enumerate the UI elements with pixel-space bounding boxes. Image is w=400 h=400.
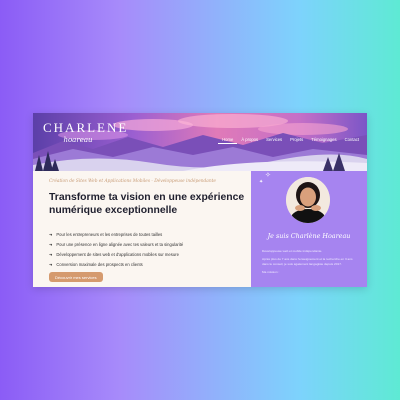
benefit-item: ➜ Conversion maximale des prospects en c… [49,259,249,269]
intro-section: Création de Sites Web et Applications Mo… [33,171,251,287]
bio-paragraph: Développeuse web et mobile indépendante. [262,249,323,253]
sparkle-icon: ✧ [265,172,271,179]
hero-banner: CHARLENE hoareau Home À propos Services … [33,113,367,171]
hero-subtitle: Création de Sites Web et Applications Mo… [49,179,216,184]
sparkle-icon: ✦ [259,179,264,185]
bio-paragraph: Après plus de 7 ans dans l'enseignement … [262,257,353,266]
benefit-item: ➜ Pour les entrepreneurs et les entrepri… [49,229,249,239]
arrow-right-icon: ➜ [49,251,53,257]
nav-testimonials[interactable]: Témoignages [307,137,340,144]
profile-bio: Développeuse web et mobile indépendante.… [262,249,356,278]
nav-about[interactable]: À propos [237,137,262,144]
profile-title: Je suis Charlène Hoareau [267,232,351,240]
discover-services-button[interactable]: Découvrir mes services [49,272,103,282]
arrow-right-icon: ➜ [49,241,53,247]
arrow-right-icon: ➜ [49,231,53,237]
brand-signature: hoareau [63,136,93,144]
main-nav: Home À propos Services Projets Témoignag… [218,137,363,144]
benefit-text: Conversion maximale des prospects en cli… [56,261,143,267]
benefit-text: Pour les entrepreneurs et les entreprise… [56,231,163,237]
benefit-item: ➜ Développement de sites web et d'applic… [49,249,249,259]
nav-home[interactable]: Home [218,137,238,144]
nav-services[interactable]: Services [262,137,286,144]
profile-photo [286,177,330,223]
hero-headline: Transforme ta vision en une expérience n… [49,192,245,216]
benefit-text: Développement de sites web et d'applicat… [56,251,179,257]
nav-projects[interactable]: Projets [286,137,307,144]
profile-panel: ✧ ✦ Je suis Charlène Hoareau Développeus… [251,171,367,287]
nav-contact[interactable]: Contact [341,137,363,144]
brand-logo[interactable]: CHARLENE hoareau [43,120,129,145]
website-window: CHARLENE hoareau Home À propos Services … [33,113,367,287]
brand-name: CHARLENE [43,120,129,135]
benefit-list: ➜ Pour les entrepreneurs et les entrepri… [49,229,249,269]
arrow-right-icon: ➜ [49,261,53,267]
benefit-item: ➜ Pour une présence en ligne alignée ave… [49,239,249,249]
benefit-text: Pour une présence en ligne alignée avec … [56,241,184,247]
bio-paragraph: Ma mission : [262,269,280,274]
